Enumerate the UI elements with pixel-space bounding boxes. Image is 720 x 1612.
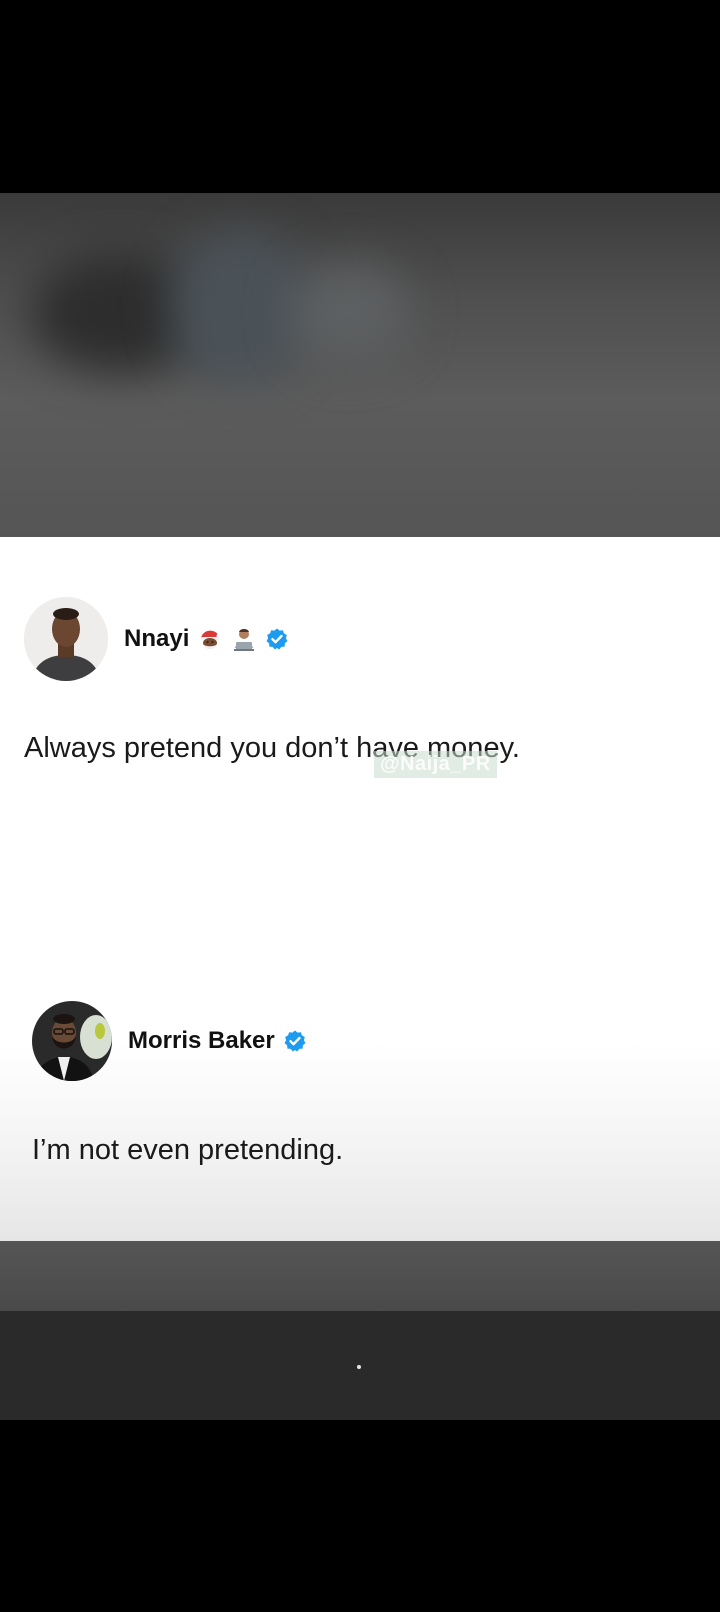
avatar-morris-baker-image xyxy=(32,1001,112,1081)
watermark: @Naija_PR xyxy=(374,751,497,778)
top-letterbox xyxy=(0,0,720,193)
santa-emoji xyxy=(197,626,223,652)
verified-badge-icon xyxy=(265,627,289,651)
person-at-laptop-emoji xyxy=(231,626,257,652)
author-name[interactable]: Nnayi xyxy=(124,625,189,653)
avatar-nnayi-image xyxy=(24,597,108,681)
post-header: Morris Baker xyxy=(32,1001,307,1081)
blurred-bottom-band xyxy=(0,1241,720,1311)
author-name[interactable]: Morris Baker xyxy=(128,1027,275,1055)
tweet-screenshot-card: Nnayi Always pretend you don’t have mone… xyxy=(0,537,720,1241)
bottom-letterbox xyxy=(0,1420,720,1612)
post-header: Nnayi xyxy=(24,597,289,681)
verified-badge-icon xyxy=(283,1029,307,1053)
page-indicator-dot xyxy=(357,1365,361,1369)
blur-shape xyxy=(170,233,310,383)
post-text: I’m not even pretending. xyxy=(32,1134,344,1166)
avatar[interactable] xyxy=(32,1001,112,1081)
blurred-background-image xyxy=(0,193,720,537)
avatar[interactable] xyxy=(24,597,108,681)
blur-shape xyxy=(290,263,410,363)
